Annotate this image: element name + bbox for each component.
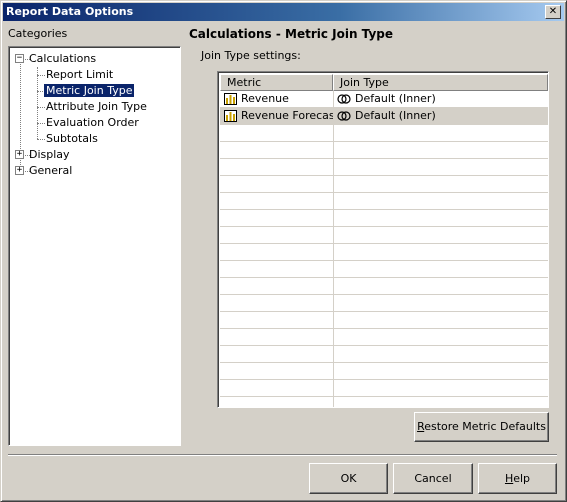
report-data-options-dialog: Report Data Options ✕ Categories − Calcu… (0, 0, 567, 502)
title-bar[interactable]: Report Data Options ✕ (3, 3, 564, 21)
expand-toggle-icon[interactable]: + (15, 150, 24, 159)
close-button[interactable]: ✕ (545, 5, 561, 19)
empty-grid-row (220, 125, 548, 142)
tree-item-evaluation-order[interactable]: Evaluation Order (46, 115, 139, 131)
tree-connector (37, 67, 38, 139)
empty-grid-row (220, 244, 548, 261)
collapse-toggle-icon[interactable]: − (15, 54, 24, 63)
metric-icon (224, 93, 237, 105)
metric-icon (224, 110, 237, 122)
empty-grid-row (220, 261, 548, 278)
tree-item-attribute-join-type[interactable]: Attribute Join Type (46, 99, 147, 115)
cancel-button[interactable]: Cancel (393, 463, 473, 494)
empty-grid-row (220, 329, 548, 346)
accelerator-key: H (504, 472, 514, 485)
join-icon (337, 111, 351, 121)
button-label: elp (513, 472, 531, 485)
section-title: Calculations - Metric Join Type (189, 27, 393, 41)
tree-connector (37, 75, 45, 76)
empty-grid-row (220, 227, 548, 244)
tree-item-calculations[interactable]: Calculations (29, 51, 96, 67)
window-title: Report Data Options (6, 5, 134, 18)
metric-cell: Revenue (241, 92, 289, 105)
close-icon: ✕ (548, 6, 558, 17)
empty-grid-row (220, 363, 548, 380)
join-icon (337, 94, 351, 104)
tree-connector (37, 139, 45, 140)
restore-metric-defaults-button[interactable]: Restore Metric Defaults (414, 412, 549, 442)
tree-item-display[interactable]: Display (29, 147, 70, 163)
tree-item-label-selected: Metric Join Type (42, 83, 136, 98)
tree-item-general[interactable]: General (29, 163, 72, 179)
empty-grid-row (220, 193, 548, 210)
empty-grid-row (220, 380, 548, 397)
tree-connector (37, 107, 45, 108)
grid-row[interactable]: Revenue Forecast Default (Inner) (220, 108, 548, 125)
join-type-settings-label: Join Type settings: (201, 49, 301, 62)
join-type-cell[interactable]: Default (Inner) (355, 108, 545, 124)
metric-cell: Revenue Forecast (241, 109, 333, 122)
empty-grid-row (220, 142, 548, 159)
empty-grid-row (220, 312, 548, 329)
expand-toggle-icon[interactable]: + (15, 166, 24, 175)
column-header-metric[interactable]: Metric (220, 74, 333, 91)
empty-grid-row (220, 176, 548, 193)
help-button[interactable]: Help (478, 463, 557, 494)
categories-label: Categories (8, 27, 68, 40)
empty-grid-row (220, 210, 548, 227)
empty-grid-row (220, 278, 548, 295)
ok-button[interactable]: OK (309, 463, 388, 494)
categories-tree[interactable]: − Calculations Report Limit Metric Join … (8, 46, 181, 446)
column-header-join-type[interactable]: Join Type (333, 74, 548, 91)
empty-grid-row (220, 295, 548, 312)
footer-separator (8, 454, 557, 456)
tree-item-report-limit[interactable]: Report Limit (46, 67, 113, 83)
grid-row[interactable]: Revenue Default (Inner) (220, 91, 548, 108)
tree-connector (37, 123, 45, 124)
tree-item-metric-join-type[interactable]: Metric Join Type (42, 83, 136, 99)
join-type-grid[interactable]: Metric Join Type Revenue Default (Inner) (217, 71, 549, 408)
tree-item-subtotals[interactable]: Subtotals (46, 131, 98, 147)
button-label: estore Metric Defaults (424, 420, 546, 433)
empty-grid-row (220, 346, 548, 363)
empty-grid-row (220, 159, 548, 176)
join-type-cell[interactable]: Default (Inner) (355, 91, 545, 107)
